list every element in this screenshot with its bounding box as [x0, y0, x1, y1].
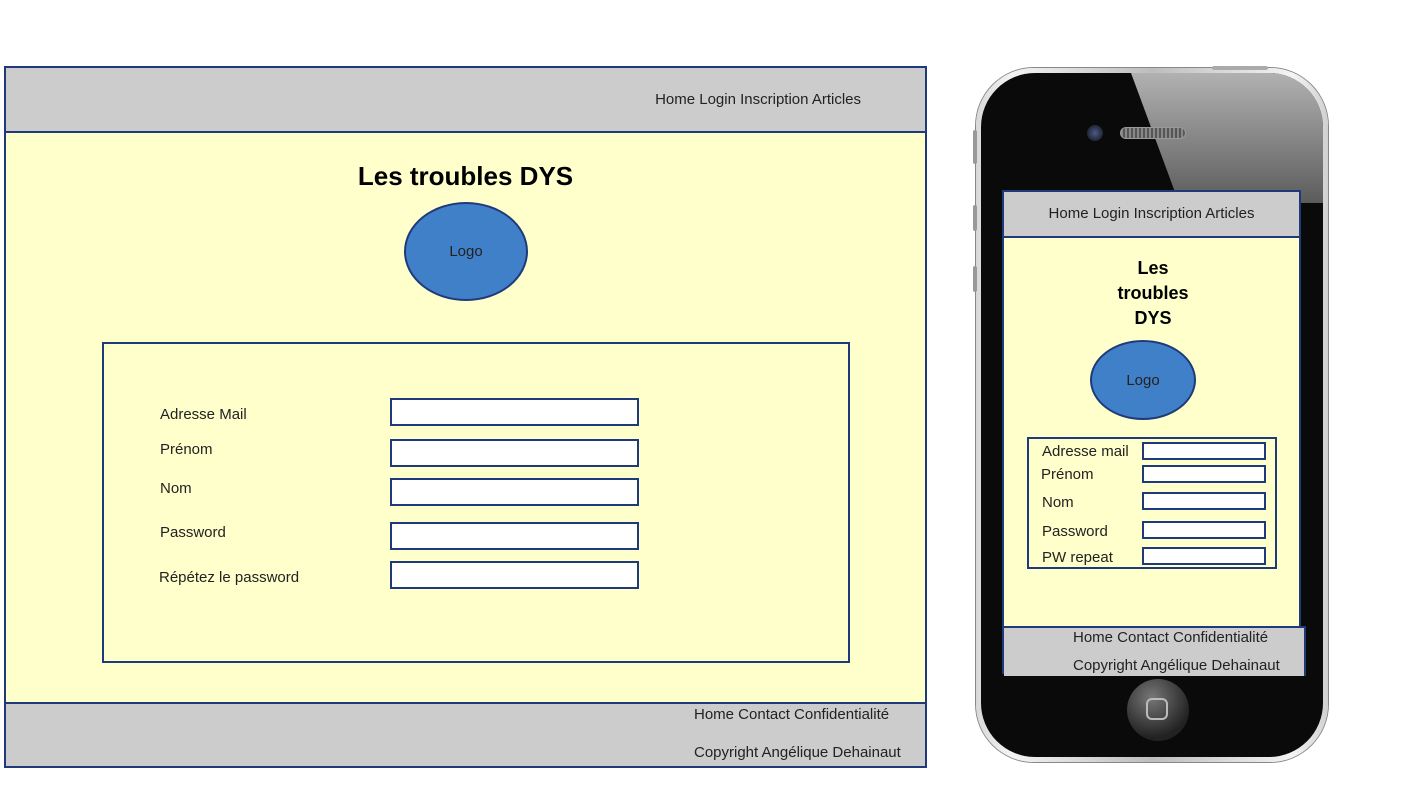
- desktop-footer: Home Contact Confidentialité Copyright A…: [6, 702, 925, 766]
- desktop-page-title: Les troubles DYS: [357, 161, 574, 191]
- mobile-signup-form: Adresse mail Prénom Nom Password PW repe…: [1027, 437, 1277, 569]
- mobile-page-title: Les troubles DYS: [1098, 256, 1208, 331]
- desktop-signup-form: Adresse Mail Prénom Nom Password Répétez…: [102, 342, 850, 663]
- home-button[interactable]: [1127, 679, 1189, 741]
- mobile-footer-links[interactable]: Home Contact Confidentialité: [1073, 629, 1268, 646]
- phone-power-button: [1212, 66, 1268, 70]
- speaker-icon: [1120, 127, 1186, 139]
- mobile-footer: Home Contact Confidentialité Copyright A…: [1004, 626, 1306, 676]
- password-input[interactable]: [390, 522, 639, 550]
- mobile-firstname-input[interactable]: [1142, 465, 1266, 483]
- mobile-screen: Home Login Inscription Articles Les trou…: [1002, 190, 1306, 676]
- password-repeat-label: Répétez le password: [159, 569, 300, 586]
- mobile-header: Home Login Inscription Articles: [1004, 192, 1299, 238]
- email-label: Adresse Mail: [160, 406, 247, 423]
- phone-mute-switch: [973, 130, 977, 164]
- desktop-nav-links[interactable]: Home Login Inscription Articles: [655, 91, 861, 108]
- lastname-input[interactable]: [390, 478, 639, 506]
- desktop-mockup: Home Login Inscription Articles Les trou…: [4, 66, 927, 768]
- lastname-label: Nom: [160, 480, 192, 497]
- mobile-title-line-1: Les: [1137, 258, 1169, 278]
- desktop-copyright: Copyright Angélique Dehainaut: [694, 744, 901, 761]
- mobile-email-input[interactable]: [1142, 442, 1266, 460]
- mobile-title-line-2: troubles: [1117, 283, 1189, 303]
- mobile-lastname-label: Nom: [1042, 494, 1074, 511]
- desktop-logo[interactable]: Logo: [404, 202, 528, 301]
- desktop-header: Home Login Inscription Articles: [6, 68, 925, 133]
- mobile-logo[interactable]: Logo: [1090, 340, 1196, 420]
- email-input[interactable]: [390, 398, 639, 426]
- desktop-footer-links[interactable]: Home Contact Confidentialité: [694, 706, 889, 723]
- password-label: Password: [160, 524, 226, 541]
- mobile-nav-links[interactable]: Home Login Inscription Articles: [1004, 205, 1299, 222]
- mobile-password-repeat-label: PW repeat: [1042, 549, 1113, 566]
- mobile-logo-label: Logo: [1126, 371, 1160, 389]
- mobile-title-line-3: DYS: [1134, 308, 1172, 328]
- firstname-input[interactable]: [390, 439, 639, 467]
- home-square-icon: [1146, 698, 1168, 720]
- camera-icon: [1087, 125, 1103, 141]
- mobile-password-repeat-input[interactable]: [1142, 547, 1266, 565]
- mobile-email-label: Adresse mail: [1042, 443, 1129, 460]
- password-repeat-input[interactable]: [390, 561, 639, 589]
- mobile-lastname-input[interactable]: [1142, 492, 1266, 510]
- mobile-copyright: Copyright Angélique Dehainaut: [1073, 657, 1280, 674]
- mobile-password-input[interactable]: [1142, 521, 1266, 539]
- mobile-firstname-label: Prénom: [1041, 466, 1094, 483]
- desktop-logo-label: Logo: [449, 243, 483, 260]
- mobile-password-label: Password: [1042, 523, 1108, 540]
- firstname-label: Prénom: [160, 441, 213, 458]
- phone-volume-down: [973, 266, 977, 292]
- phone-volume-up: [973, 205, 977, 231]
